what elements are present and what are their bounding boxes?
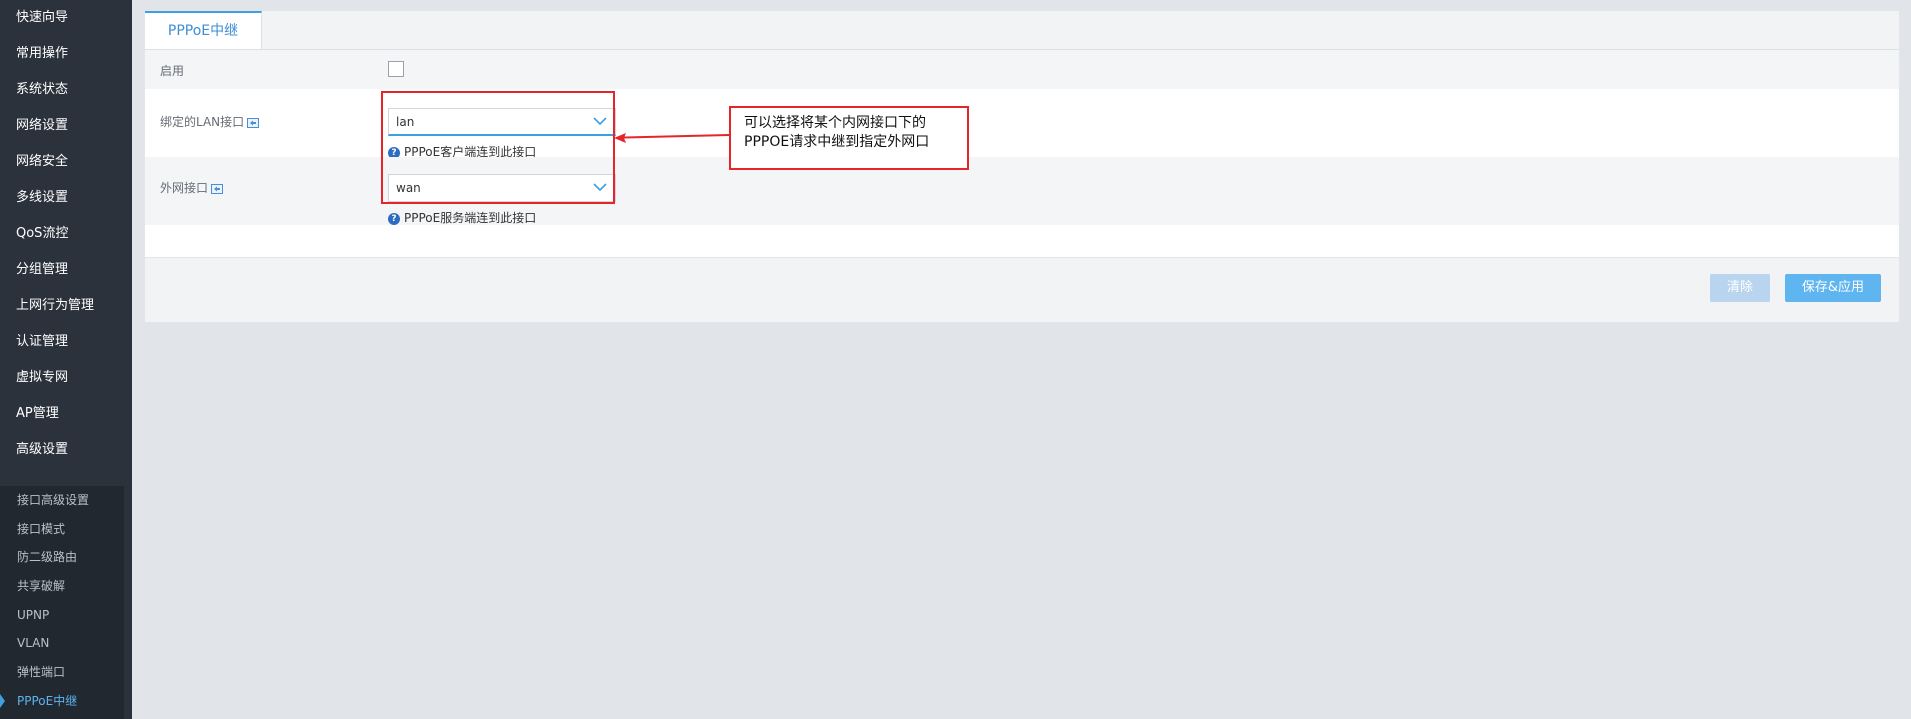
info-icon [211,183,224,194]
annotation-arrow-icon [614,133,730,143]
sidebar-item-network-settings[interactable]: 网络设置 [0,108,132,144]
enable-checkbox[interactable] [388,61,404,77]
save-apply-button[interactable]: 保存&应用 [1785,274,1881,302]
subnav-item-anti-secondary-route[interactable]: 防二级路由 [0,543,124,572]
lan-interface-label: 绑定的LAN接口 [160,113,260,130]
question-icon: ? [388,212,400,225]
wan-hint: ? PPPoE服务端连到此接口 [388,209,536,226]
sidebar-item-multiline[interactable]: 多线设置 [0,180,132,216]
subnav-item-upnp[interactable]: UPNP [0,601,124,630]
sidebar-item-ap-mgmt[interactable]: AP管理 [0,396,132,432]
clear-button[interactable]: 清除 [1710,274,1770,302]
info-icon [247,117,260,128]
subnav-item-vlan[interactable]: VLAN [0,629,124,658]
enable-label: 启用 [160,64,185,78]
subnav-item-interface-advanced[interactable]: 接口高级设置 [0,486,124,515]
sidebar-item-vpn[interactable]: 虚拟专网 [0,360,132,396]
tab-label: PPPoE中继 [167,23,239,39]
annotation-line-2: PPPOE请求中继到指定外网口 [744,134,930,150]
spacer-row [145,225,1899,258]
annotation-line-1: 可以选择将某个内网接口下的 [744,115,926,131]
wan-interface-label-text: 外网接口 [160,181,209,195]
sidebar-item-group-mgmt[interactable]: 分组管理 [0,252,132,288]
sidebar-item-advanced[interactable]: 高级设置 [0,432,132,468]
sidebar-item-common-ops[interactable]: 常用操作 [0,36,132,72]
sidebar-item-network-security[interactable]: 网络安全 [0,144,132,180]
annotation-callout: 可以选择将某个内网接口下的 PPPOE请求中继到指定外网口 [729,106,969,170]
sidebar-item-auth-mgmt[interactable]: 认证管理 [0,324,132,360]
tab-pppoe-relay[interactable]: PPPoE中继 [145,11,262,56]
wan-interface-label: 外网接口 [160,179,224,196]
subnav-item-interface-mode[interactable]: 接口模式 [0,515,124,544]
subnav-item-label: PPPoE中继 [17,693,78,708]
annotation-highlight-box [381,91,615,204]
subnav-item-elastic-port[interactable]: 弹性端口 [0,658,124,687]
lan-interface-label-text: 绑定的LAN接口 [160,115,245,129]
tab-bar: PPPoE中继 [145,11,1899,56]
wan-hint-text: PPPoE服务端连到此接口 [404,211,537,225]
sidebar-item-behavior-mgmt[interactable]: 上网行为管理 [0,288,132,324]
sidebar: 快速向导 常用操作 系统状态 网络设置 网络安全 多线设置 QoS流控 分组管理… [0,0,132,719]
sidebar-item-system-status[interactable]: 系统状态 [0,72,132,108]
subnav-item-pppoe-relay[interactable]: PPPoE中继 [0,687,124,716]
sidebar-subnav: 接口高级设置 接口模式 防二级路由 共享破解 UPNP VLAN 弹性端口 PP… [0,486,124,719]
sidebar-item-qos[interactable]: QoS流控 [0,216,132,252]
subnav-item-share-crack[interactable]: 共享破解 [0,572,124,601]
active-marker-icon [0,694,5,709]
sidebar-item-quick-wizard[interactable]: 快速向导 [0,0,132,36]
enable-row: 启用 [145,50,1899,89]
